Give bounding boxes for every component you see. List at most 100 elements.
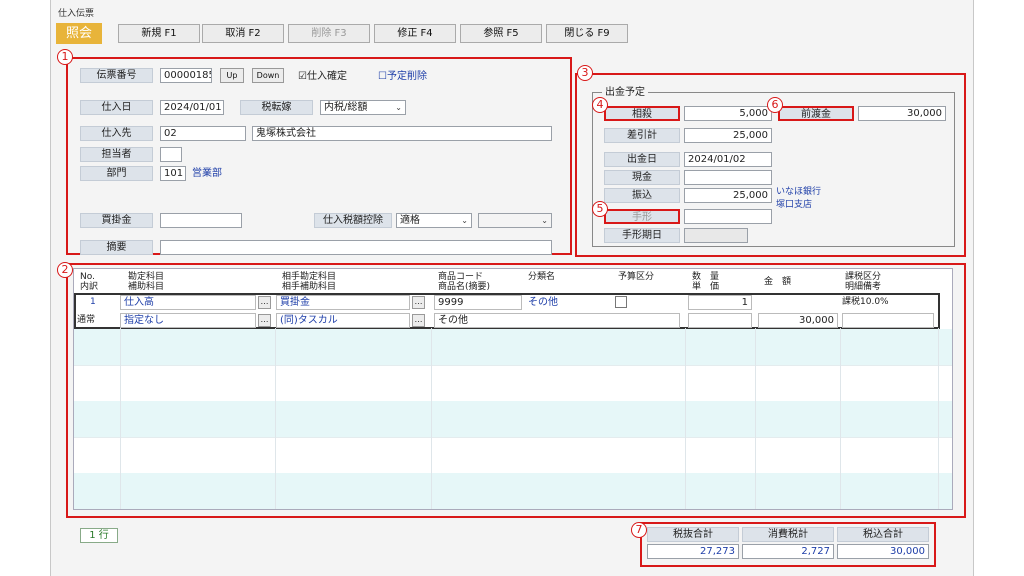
chevron-down-icon: ⌄ [541, 216, 548, 225]
new-button[interactable]: 新規 F1 [118, 24, 200, 43]
tax-deduct-select[interactable]: 適格 ⌄ [396, 213, 472, 228]
row-item-code[interactable]: 9999 [434, 295, 522, 310]
bill-due-field [684, 228, 748, 243]
marker-6: 6 [767, 97, 783, 113]
supplier-label: 仕入先 [80, 126, 153, 141]
col-item-name: 商品名(摘要) [438, 282, 491, 292]
payable-field[interactable] [160, 213, 242, 228]
empty-row[interactable] [74, 401, 952, 437]
row-price[interactable] [688, 313, 752, 328]
check-icon: ☑ [298, 71, 307, 82]
account-lookup-button[interactable]: … [258, 296, 271, 309]
staff-field[interactable] [160, 147, 182, 162]
date-field[interactable]: 2024/01/01 [160, 100, 224, 115]
row-budget-checkbox[interactable] [615, 296, 627, 308]
scheduled-delete-checkbox[interactable]: ☐予定削除 [378, 70, 427, 83]
grid-column-line [120, 328, 121, 509]
col-counter-account: 相手勘定科目 [282, 272, 337, 282]
row-no: 1 [90, 297, 96, 307]
cancel-button[interactable]: 取消 F2 [202, 24, 284, 43]
bill-due-label: 手形期日 [604, 228, 680, 243]
row-divider [74, 437, 952, 438]
close-button[interactable]: 閉じる F9 [546, 24, 628, 43]
balance-label: 差引計 [604, 128, 680, 143]
delete-button[interactable]: 削除 F3 [288, 24, 370, 43]
window-title: 仕入伝票 [58, 9, 95, 19]
counter-sub-lookup-button[interactable]: … [412, 314, 425, 327]
bill-label[interactable]: 手形 [604, 209, 680, 224]
bank-name: いなほ銀行 [776, 187, 822, 197]
offset-label[interactable]: 相殺 [604, 106, 680, 121]
counter-account-lookup-button[interactable]: … [412, 296, 425, 309]
tax-deduct-sub-select[interactable]: ⌄ [478, 213, 552, 228]
empty-row[interactable] [74, 329, 952, 365]
supplier-name-field[interactable]: 鬼塚株式会社 [252, 126, 552, 141]
marker-2: 2 [57, 262, 73, 278]
offset-field[interactable]: 5,000 [684, 106, 772, 121]
marker-5: 5 [592, 201, 608, 217]
dept-name: 営業部 [192, 168, 222, 179]
scheduled-delete-label: 予定削除 [386, 71, 427, 82]
row-item-name[interactable]: その他 [434, 313, 680, 328]
col-account: 勘定科目 [128, 272, 165, 282]
row-sub-account[interactable]: 指定なし [120, 313, 256, 328]
col-no: No. [80, 272, 95, 282]
dept-label: 部門 [80, 166, 153, 181]
tax-mode-select[interactable]: 内税/総額 ⌄ [320, 100, 406, 115]
col-amount: 金 額 [764, 277, 792, 287]
row-account[interactable]: 仕入高 [120, 295, 256, 310]
tax-total-label: 消費税計 [742, 527, 834, 542]
col-tax-class: 課税区分 [845, 272, 882, 282]
transfer-label: 振込 [604, 188, 680, 203]
transfer-field[interactable]: 25,000 [684, 188, 772, 203]
staff-label: 担当者 [80, 147, 153, 162]
chevron-down-icon: ⌄ [461, 216, 468, 225]
col-price: 単 価 [692, 282, 720, 292]
bill-field[interactable] [684, 209, 772, 224]
slip-no-field[interactable]: 00000185 [160, 68, 212, 83]
row-counter-sub[interactable]: (同)タスカル [276, 313, 410, 328]
empty-row[interactable] [74, 473, 952, 509]
sub-account-lookup-button[interactable]: … [258, 314, 271, 327]
row-count: 1 行 [80, 528, 118, 543]
down-button[interactable]: Down [252, 68, 284, 83]
row-note[interactable] [842, 313, 934, 328]
row-detail: 通常 [77, 315, 96, 325]
cash-field[interactable] [684, 170, 772, 185]
checkbox-icon: ☐ [378, 71, 387, 82]
net-total: 27,273 [647, 544, 739, 559]
up-button[interactable]: Up [220, 68, 244, 83]
grid-column-line [275, 328, 276, 509]
grid-column-line [685, 328, 686, 509]
col-counter-sub: 相手補助科目 [282, 282, 337, 292]
supplier-code-field[interactable]: 02 [160, 126, 246, 141]
tax-deduct-value: 適格 [400, 215, 420, 226]
confirmed-checkbox[interactable]: ☑仕入確定 [298, 70, 347, 83]
advance-label[interactable]: 前渡金 [778, 106, 854, 121]
reference-button[interactable]: 参照 F5 [460, 24, 542, 43]
cash-label: 現金 [604, 170, 680, 185]
col-detail: 内訳 [80, 282, 99, 292]
row-amount[interactable]: 30,000 [758, 313, 838, 328]
tax-total: 2,727 [742, 544, 834, 559]
marker-7: 7 [631, 522, 647, 538]
pay-date-label: 出金日 [604, 152, 680, 167]
col-budget: 予算区分 [618, 272, 655, 282]
advance-field[interactable]: 30,000 [858, 106, 946, 121]
marker-1: 1 [57, 49, 73, 65]
tax-deduct-label: 仕入税額控除 [314, 213, 392, 228]
dept-code-field[interactable]: 101 [160, 166, 186, 181]
memo-field[interactable] [160, 240, 552, 255]
edit-button[interactable]: 修正 F4 [374, 24, 456, 43]
grid-column-line [938, 328, 939, 509]
row-qty[interactable]: 1 [688, 295, 752, 310]
pay-date-field[interactable]: 2024/01/02 [684, 152, 772, 167]
chevron-down-icon: ⌄ [395, 103, 402, 112]
gross-total-label: 税込合計 [837, 527, 929, 542]
row-counter-account[interactable]: 買掛金 [276, 295, 410, 310]
tax-mode-label: 税転嫁 [240, 100, 313, 115]
grid-column-line [431, 328, 432, 509]
payable-label: 買掛金 [80, 213, 153, 228]
gross-total: 30,000 [837, 544, 929, 559]
grid-column-line [755, 328, 756, 509]
